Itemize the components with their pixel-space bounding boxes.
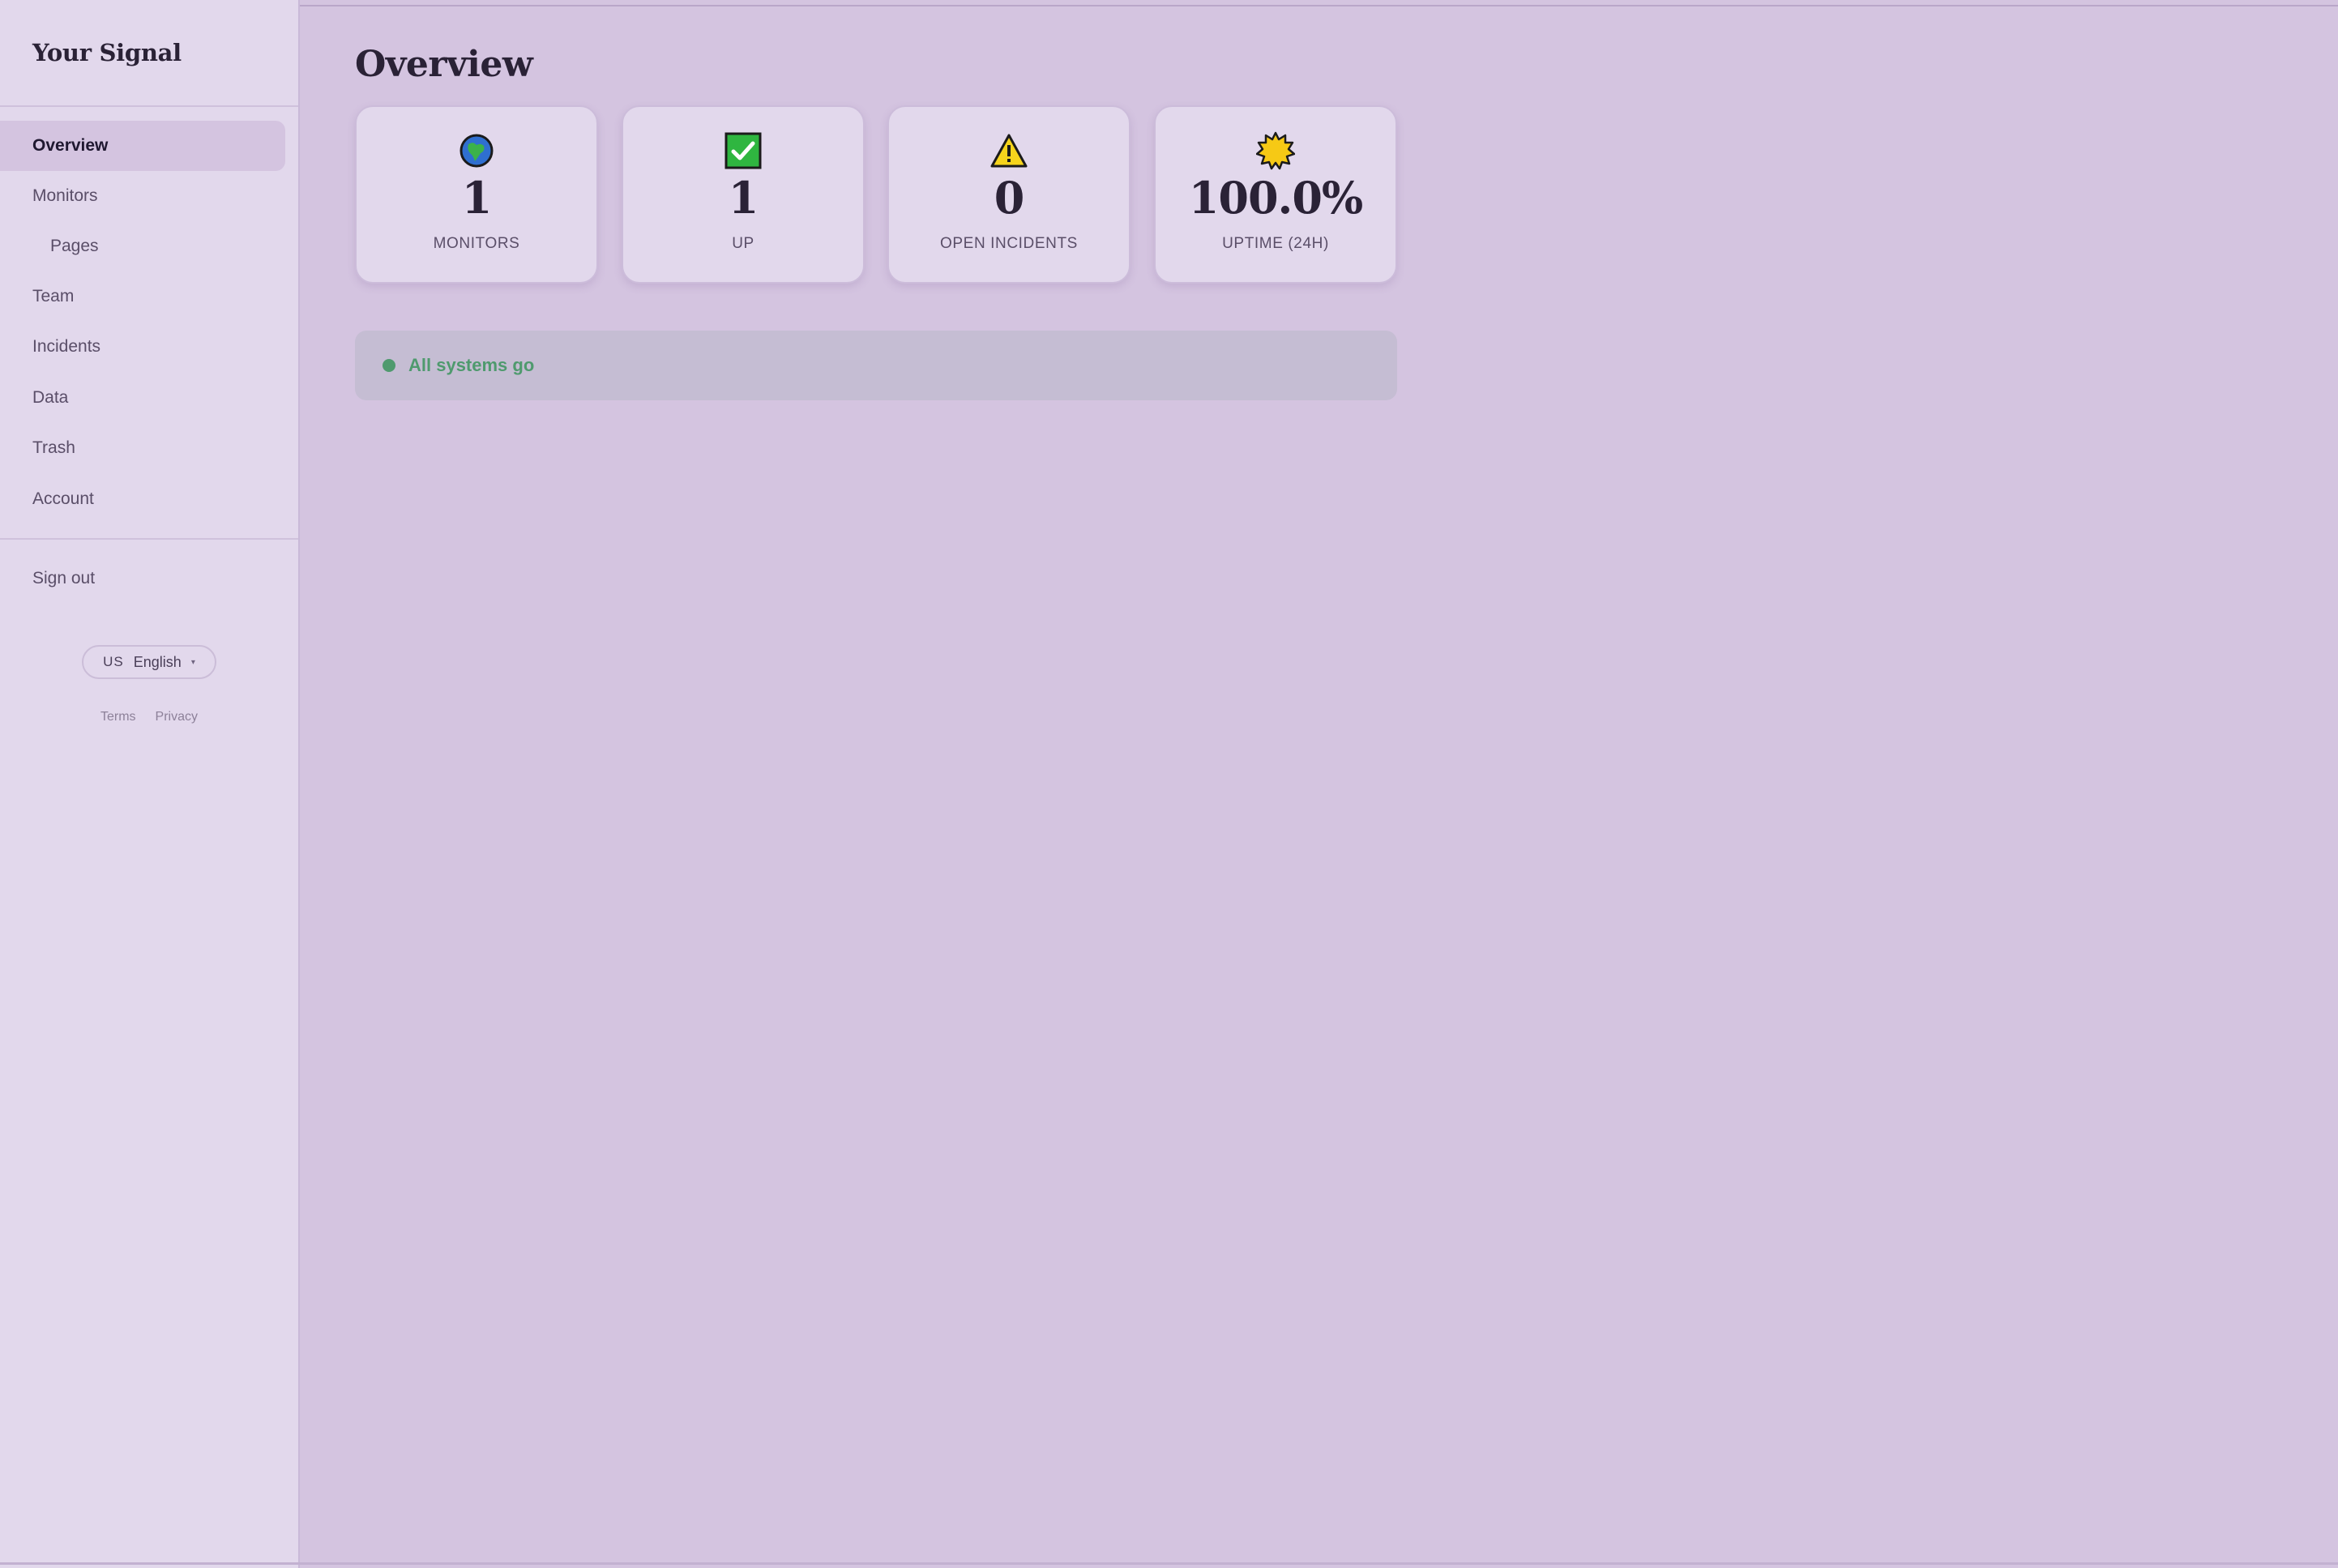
stat-label: MONITORS xyxy=(433,235,520,252)
sidebar-item-account[interactable]: Account xyxy=(0,474,285,524)
bottom-border xyxy=(0,1562,2338,1565)
sidebar-item-team[interactable]: Team xyxy=(0,271,285,322)
sidebar-divider xyxy=(0,538,298,540)
stat-label: UPTIME (24H) xyxy=(1222,235,1329,252)
sidebar-item-monitors[interactable]: Monitors xyxy=(0,171,285,221)
sidebar-item-overview[interactable]: Overview xyxy=(0,121,285,171)
top-border xyxy=(300,5,2338,6)
globe-icon xyxy=(459,134,494,168)
brand-logo[interactable]: Your Signal xyxy=(32,39,182,66)
stat-value: 100.0% xyxy=(1188,172,1363,224)
check-box-icon xyxy=(724,132,762,169)
warning-icon xyxy=(990,134,1028,168)
stat-value: 0 xyxy=(994,172,1025,224)
stat-label: OPEN INCIDENTS xyxy=(940,235,1078,252)
language-label: English xyxy=(133,653,182,670)
stat-card-open-incidents: 0 OPEN INCIDENTS xyxy=(887,105,1131,284)
stat-card-up: 1 UP xyxy=(622,105,865,284)
app-root: Your Signal Overview Monitors Pages Team… xyxy=(0,0,2338,1568)
sidebar-item-trash[interactable]: Trash xyxy=(0,423,285,473)
terms-link[interactable]: Terms xyxy=(100,710,136,724)
status-text: All systems go xyxy=(408,355,535,375)
sidebar-item-data[interactable]: Data xyxy=(0,373,285,423)
language-selector[interactable]: US English ▾ xyxy=(82,645,216,679)
sun-badge-icon xyxy=(1256,131,1295,170)
stat-card-uptime: 100.0% UPTIME (24H) xyxy=(1154,105,1397,284)
sidebar-divider xyxy=(0,105,298,107)
flag-icon: US xyxy=(103,654,124,669)
chevron-down-icon: ▾ xyxy=(190,657,195,667)
sidebar: Your Signal Overview Monitors Pages Team… xyxy=(0,0,300,1568)
privacy-link[interactable]: Privacy xyxy=(156,710,198,724)
stat-card-monitors: 1 MONITORS xyxy=(355,105,598,284)
sidebar-item-incidents[interactable]: Incidents xyxy=(0,322,285,372)
sign-out-button[interactable]: Sign out xyxy=(0,553,285,604)
footer-links: Terms Privacy xyxy=(0,710,298,724)
sidebar-item-pages[interactable]: Pages xyxy=(0,221,285,271)
stat-value: 1 xyxy=(728,172,759,224)
status-dot-icon xyxy=(383,359,395,372)
stat-label: UP xyxy=(732,235,754,252)
page-title: Overview xyxy=(355,44,533,85)
stat-value: 1 xyxy=(461,172,493,224)
system-status-banner: All systems go xyxy=(355,331,1397,400)
